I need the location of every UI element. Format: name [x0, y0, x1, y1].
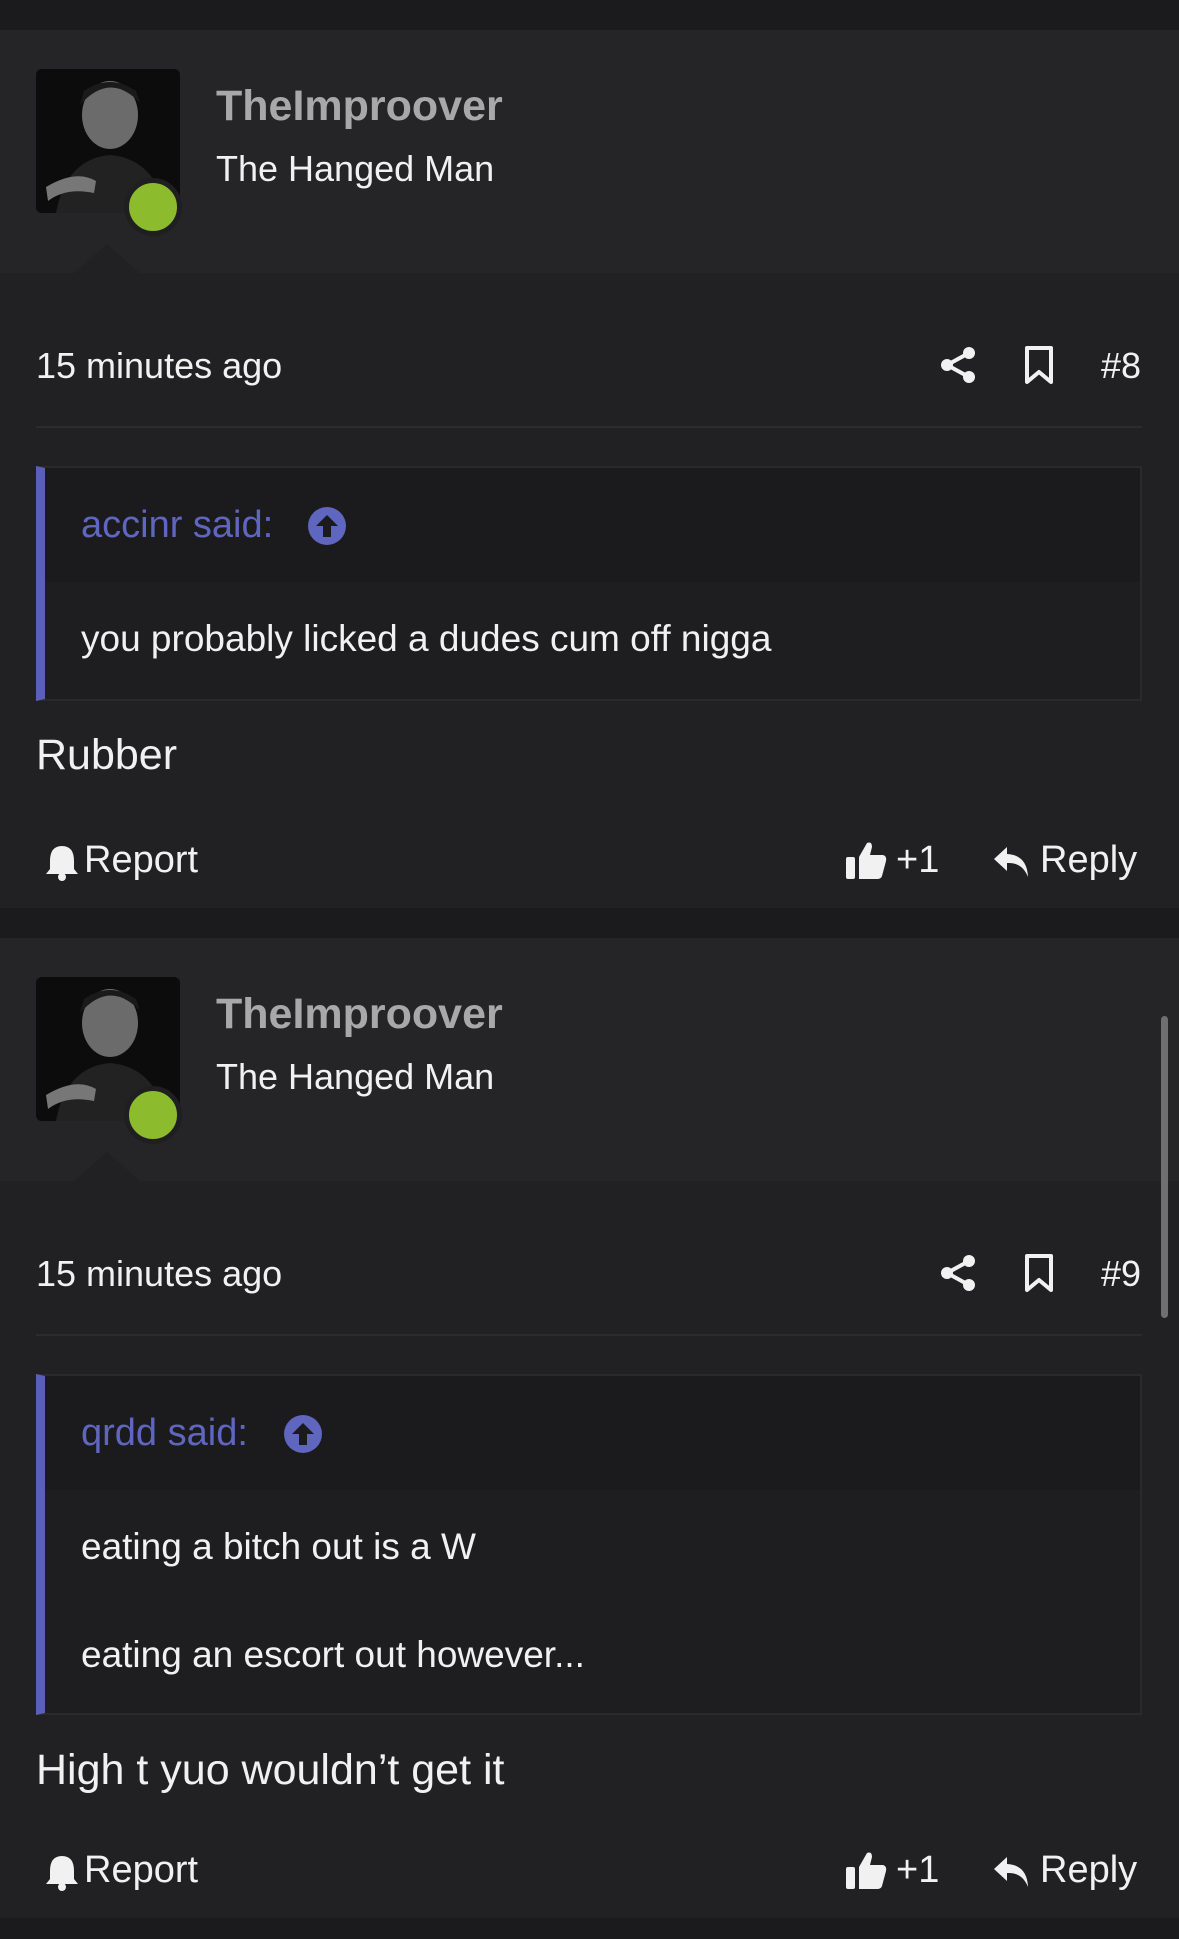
quote-block: accinr said: you probably licked a dudes…: [36, 466, 1142, 701]
scrollbar[interactable]: [1161, 1016, 1168, 1318]
post-header: TheImproover The Hanged Man: [0, 30, 1179, 274]
divider: [36, 1334, 1142, 1336]
quote-author[interactable]: accinr said:: [81, 504, 273, 547]
quote-text: eating an escort out however...: [81, 1634, 585, 1675]
post-body: 15 minutes ago #8 accinr said: you proba…: [0, 273, 1179, 908]
user-title: The Hanged Man: [216, 148, 495, 189]
reply-icon[interactable]: [992, 845, 1030, 879]
reply-button[interactable]: Reply: [1040, 839, 1137, 882]
post-number[interactable]: #8: [1101, 345, 1141, 387]
share-icon[interactable]: [938, 345, 978, 385]
thumbs-up-icon[interactable]: [845, 839, 887, 881]
like-count[interactable]: +1: [896, 839, 939, 882]
reply-button[interactable]: Reply: [1040, 1849, 1137, 1892]
post-message: High t yuo wouldn’t get it: [36, 1746, 505, 1794]
bell-icon[interactable]: [45, 1853, 79, 1891]
post-timestamp[interactable]: 15 minutes ago: [36, 1253, 282, 1295]
quote-header: accinr said:: [45, 468, 1140, 582]
online-status-icon: [124, 1086, 182, 1144]
reply-icon[interactable]: [992, 1855, 1030, 1889]
user-title: The Hanged Man: [216, 1056, 495, 1097]
share-icon[interactable]: [938, 1253, 978, 1293]
post-body: 15 minutes ago #9 qrdd said: eating a bi…: [0, 1181, 1179, 1918]
username[interactable]: TheImproover: [216, 82, 503, 131]
bell-icon[interactable]: [45, 843, 79, 881]
quote-block: qrdd said: eating a bitch out is a W eat…: [36, 1374, 1142, 1715]
quote-text: you probably licked a dudes cum off nigg…: [81, 618, 772, 659]
quote-text: eating a bitch out is a W: [81, 1526, 476, 1567]
top-band: [0, 0, 1179, 30]
go-to-quote-icon[interactable]: [283, 1414, 323, 1454]
bookmark-icon[interactable]: [1022, 1253, 1056, 1293]
post-header: TheImproover The Hanged Man: [0, 938, 1179, 1182]
report-button[interactable]: Report: [84, 839, 198, 882]
like-count[interactable]: +1: [896, 1849, 939, 1892]
post-9: TheImproover The Hanged Man 15 minutes a…: [0, 938, 1179, 1918]
username[interactable]: TheImproover: [216, 990, 503, 1039]
online-status-icon: [124, 178, 182, 236]
quote-header: qrdd said:: [45, 1376, 1140, 1490]
thumbs-up-icon[interactable]: [845, 1849, 887, 1891]
go-to-quote-icon[interactable]: [307, 506, 347, 546]
divider: [36, 426, 1142, 428]
report-button[interactable]: Report: [84, 1849, 198, 1892]
post-timestamp[interactable]: 15 minutes ago: [36, 345, 282, 387]
quote-author[interactable]: qrdd said:: [81, 1412, 248, 1455]
post-8: TheImproover The Hanged Man 15 minutes a…: [0, 30, 1179, 908]
post-message: Rubber: [36, 731, 178, 779]
post-gap: [0, 908, 1179, 938]
post-gap: [0, 1918, 1179, 1939]
bookmark-icon[interactable]: [1022, 345, 1056, 385]
post-number[interactable]: #9: [1101, 1253, 1141, 1295]
